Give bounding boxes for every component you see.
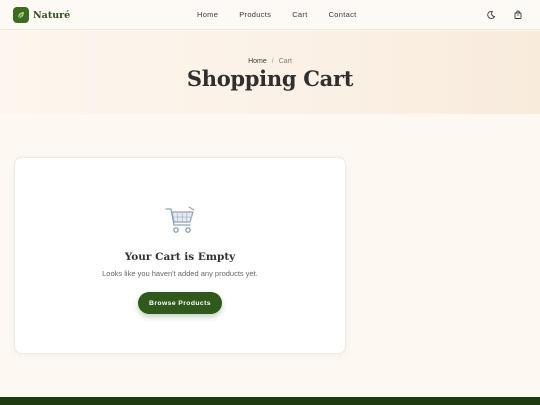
shopping-cart-icon: [163, 204, 197, 236]
empty-cart-title: Your Cart is Empty: [124, 251, 236, 263]
footer: [0, 397, 540, 405]
navbar: Naturé Home Products Cart Contact: [0, 0, 540, 30]
nav-links: Home Products Cart Contact: [197, 10, 378, 19]
browse-products-button[interactable]: Browse Products: [138, 292, 222, 314]
nav-link-products[interactable]: Products: [239, 10, 271, 19]
shopping-bag-icon[interactable]: [512, 9, 524, 21]
breadcrumb-current: Cart: [278, 58, 292, 65]
breadcrumb: Home / Cart: [0, 58, 540, 65]
page-title: Shopping Cart: [186, 66, 354, 91]
moon-icon[interactable]: [485, 9, 497, 21]
breadcrumb-home[interactable]: Home: [248, 58, 267, 65]
nav-link-home[interactable]: Home: [197, 10, 218, 19]
empty-cart-text: Looks like you haven't added any product…: [102, 269, 258, 278]
leaf-icon: [13, 7, 29, 23]
brand-name: Naturé: [33, 9, 71, 21]
empty-cart-card: Your Cart is Empty Looks like you haven'…: [14, 157, 346, 354]
nav-link-contact[interactable]: Contact: [329, 10, 357, 19]
brand-logo[interactable]: Naturé: [13, 7, 70, 23]
breadcrumb-separator: /: [271, 58, 274, 65]
nav-link-cart[interactable]: Cart: [292, 10, 307, 19]
